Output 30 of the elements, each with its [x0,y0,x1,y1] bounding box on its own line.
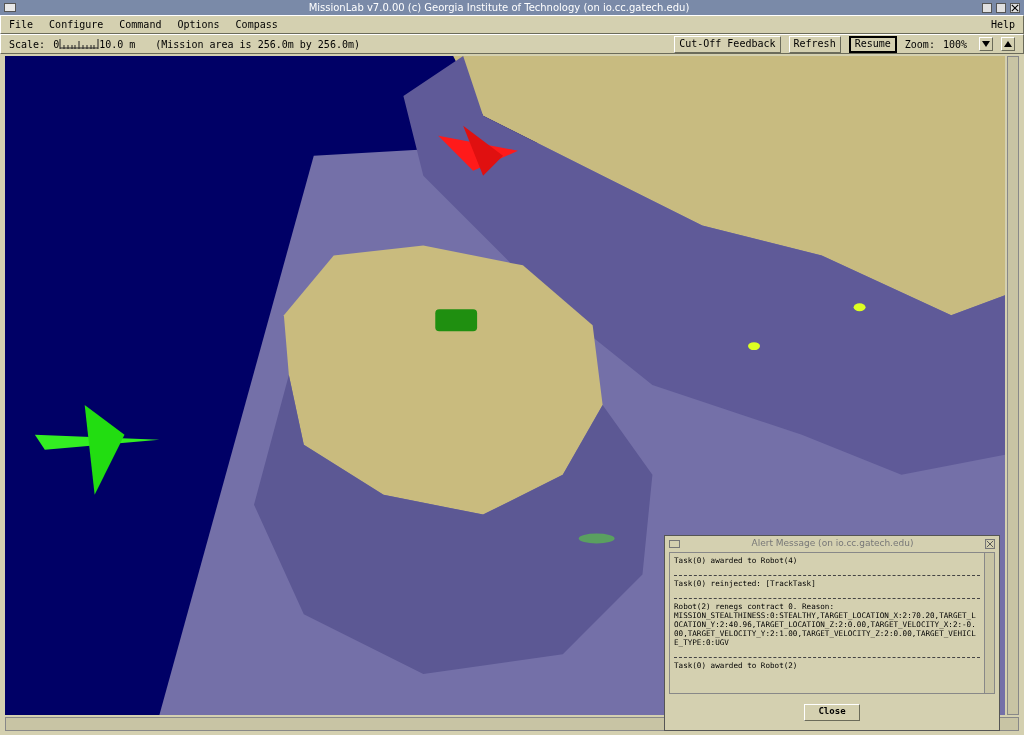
scale-max: 10.0 m [99,37,136,52]
help-menu[interactable]: Help [990,17,1015,32]
dialog-title: Alert Message (on io.cc.gatech.edu) [750,537,915,551]
menu-item[interactable]: File [9,17,34,32]
dialog-menu-icon[interactable] [669,540,680,548]
close-button[interactable]: Close [804,703,860,721]
scale-ruler-icon [59,39,100,49]
window-menu-icon[interactable] [4,3,16,12]
minimize-icon[interactable] [982,2,992,13]
zoom-value: 100% [942,37,967,52]
toolbar-button[interactable]: Cut-Off Feedback [674,35,781,53]
log-scrollbar[interactable] [984,553,994,693]
maximize-icon[interactable] [996,2,1006,13]
scale-min: 0 [53,37,60,52]
window-title: MissionLab v7.0.00 (c) Georgia Institute of Technology (on io.cc.gatech.edu) [307,2,691,13]
down-triangle-icon [982,40,990,48]
vertical-scrollbar[interactable] [1007,56,1019,715]
up-triangle-icon [1004,40,1012,48]
menu-item[interactable]: Configure [49,17,104,32]
menu-item[interactable]: Command [119,17,162,32]
close-icon[interactable] [1010,2,1020,13]
menu-item[interactable]: Compass [235,17,278,32]
menu-item[interactable]: Options [177,17,220,32]
zoom-in-button[interactable] [1001,37,1015,51]
zoom-out-button[interactable] [979,37,993,51]
toolbar-button[interactable]: Resume [848,35,897,53]
toolbar-button[interactable]: Refresh [788,35,841,53]
zoom-label: Zoom: [904,37,935,52]
scale-label: Scale: [9,37,46,52]
mission-area-text: (Mission area is 256.0m by 256.0m) [155,37,360,52]
